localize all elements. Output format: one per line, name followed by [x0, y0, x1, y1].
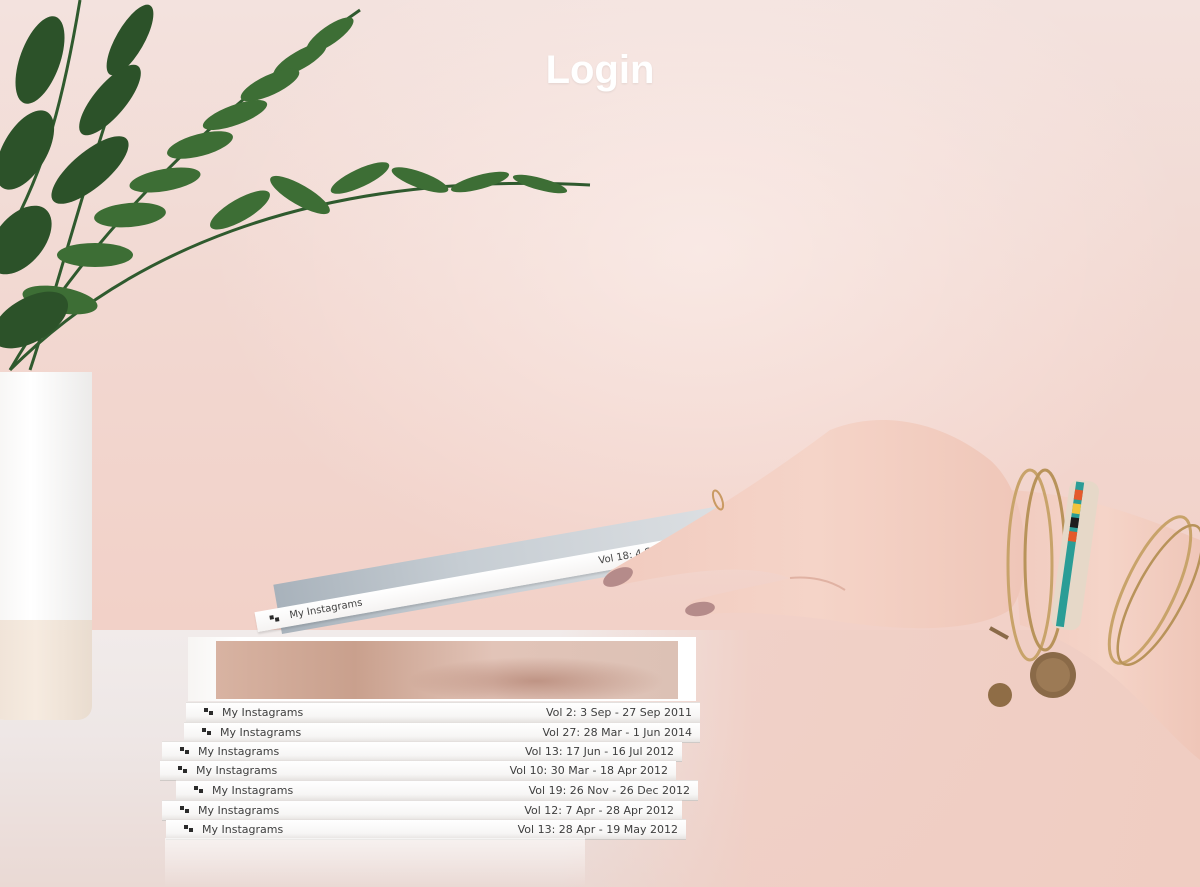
book-title: My Instagrams	[222, 706, 304, 719]
book-spine: My Instagrams Vol 12: 7 Apr - 28 Apr 201…	[162, 800, 682, 820]
page-title: Login	[545, 48, 655, 92]
book-title: My Instagrams	[196, 764, 278, 777]
logo-icon	[184, 825, 194, 833]
pot-band	[0, 620, 92, 720]
logo-icon	[178, 766, 188, 774]
book-volume: Vol 12: 7 Apr - 28 Apr 2012	[524, 804, 674, 817]
book-spine: My Instagrams Vol 19: 26 Nov - 26 Dec 20…	[176, 780, 698, 800]
book-spine: My Instagrams Vol 13: 28 Apr - 19 May 20…	[166, 819, 686, 839]
logo-icon	[180, 747, 190, 755]
book-title: My Instagrams	[212, 784, 294, 797]
logo-icon	[202, 728, 212, 736]
plant-pot	[0, 372, 92, 720]
background-photo: My Instagrams Vol 2: 3 Sep - 27 Sep 2011…	[0, 0, 1200, 887]
book-volume: Vol 13: 28 Apr - 19 May 2012	[517, 823, 678, 836]
logo-icon	[269, 614, 280, 624]
book-title: My Instagrams	[220, 726, 302, 739]
book-title: My Instagrams	[198, 745, 280, 758]
logo-icon	[204, 708, 214, 716]
book-volume: Vol 19: 26 Nov - 26 Dec 2012	[528, 784, 690, 797]
book-title: My Instagrams	[202, 823, 284, 836]
book-title: My Instagrams	[198, 804, 280, 817]
logo-icon	[180, 806, 190, 814]
logo-icon	[194, 786, 204, 794]
table-reflection	[165, 838, 585, 887]
hand-image	[603, 420, 1200, 760]
